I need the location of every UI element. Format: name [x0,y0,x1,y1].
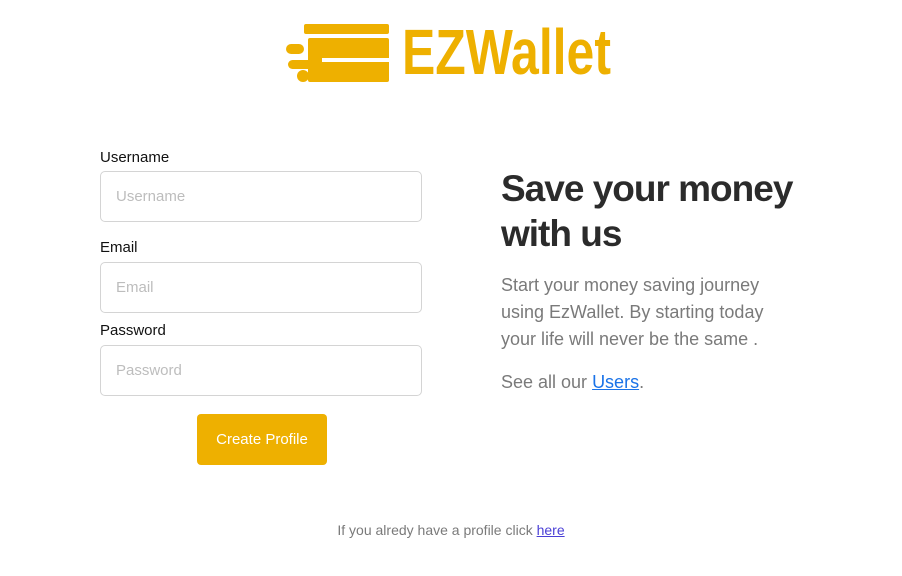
users-link[interactable]: Users [592,372,639,392]
username-label: Username [100,149,170,166]
password-input[interactable] [100,345,422,396]
see-all-suffix: . [639,372,645,392]
promo-headline: Save your money with us [501,168,793,254]
login-prompt: If you alredy have a profile click here [0,522,902,538]
email-input[interactable] [100,262,422,313]
login-here-link[interactable]: here [537,522,565,538]
username-input[interactable] [100,171,422,222]
brand-name: EZWallet [402,16,611,88]
wallet-card-icon [286,24,389,82]
create-profile-button[interactable]: Create Profile [197,414,327,465]
promo-description: Start your money saving journey using Ez… [501,275,764,349]
email-label: Email [100,239,138,256]
login-prompt-text: If you alredy have a profile click [337,522,537,538]
brand-logo: EZWallet [286,16,611,88]
password-label: Password [100,322,166,339]
see-all-prefix: See all our [501,372,593,392]
see-all-users-text: See all our Users. [501,369,644,396]
